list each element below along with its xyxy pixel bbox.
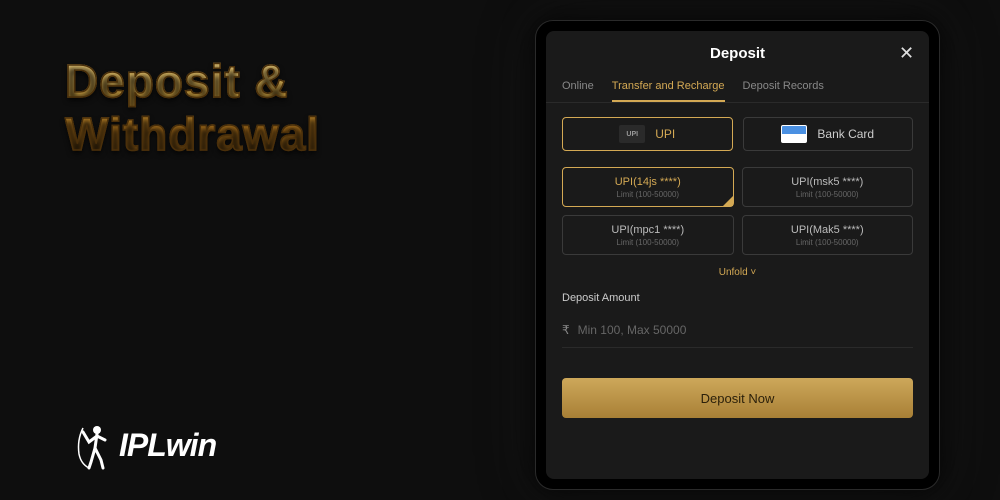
unfold-button[interactable]: Unfold bbox=[546, 255, 929, 292]
account-option[interactable]: UPI(mpc1 ****) Limit (100-50000) bbox=[562, 215, 734, 255]
account-limit: Limit (100-50000) bbox=[616, 238, 679, 247]
amount-section: Deposit Amount ₹ Min 100, Max 50000 bbox=[546, 292, 929, 348]
method-upi[interactable]: UPI UPI bbox=[562, 117, 733, 151]
amount-placeholder: Min 100, Max 50000 bbox=[578, 323, 687, 337]
account-option[interactable]: UPI(Mak5 ****) Limit (100-50000) bbox=[742, 215, 914, 255]
phone-frame: Deposit ✕ Online Transfer and Recharge D… bbox=[535, 20, 940, 490]
screen-title: Deposit bbox=[710, 45, 765, 62]
method-label: Bank Card bbox=[817, 127, 874, 141]
account-option[interactable]: UPI(msk5 ****) Limit (100-50000) bbox=[742, 167, 914, 207]
tab-transfer-recharge[interactable]: Transfer and Recharge bbox=[612, 72, 725, 102]
amount-input[interactable]: ₹ Min 100, Max 50000 bbox=[562, 312, 913, 348]
payment-methods: UPI UPI Bank Card bbox=[546, 103, 929, 161]
close-icon[interactable]: ✕ bbox=[899, 45, 915, 61]
deposit-now-button[interactable]: Deposit Now bbox=[562, 378, 913, 418]
account-name: UPI(14js ****) bbox=[615, 176, 681, 188]
phone-screen: Deposit ✕ Online Transfer and Recharge D… bbox=[546, 31, 929, 479]
brand-logo: IPLwin bbox=[75, 420, 216, 470]
account-option[interactable]: UPI(14js ****) Limit (100-50000) bbox=[562, 167, 734, 207]
method-bank-card[interactable]: Bank Card bbox=[743, 117, 914, 151]
upi-icon: UPI bbox=[619, 125, 645, 143]
brand-name: IPLwin bbox=[119, 427, 216, 464]
account-limit: Limit (100-50000) bbox=[616, 190, 679, 199]
account-name: UPI(Mak5 ****) bbox=[791, 224, 864, 236]
screen-header: Deposit ✕ bbox=[546, 31, 929, 72]
tab-online[interactable]: Online bbox=[562, 72, 594, 102]
account-name: UPI(mpc1 ****) bbox=[611, 224, 684, 236]
account-name: UPI(msk5 ****) bbox=[791, 176, 863, 188]
cricket-player-icon bbox=[75, 420, 115, 470]
account-limit: Limit (100-50000) bbox=[796, 190, 859, 199]
promo-title: Deposit & Withdrawal bbox=[65, 55, 320, 161]
amount-label: Deposit Amount bbox=[562, 292, 913, 304]
account-grid: UPI(14js ****) Limit (100-50000) UPI(msk… bbox=[546, 161, 929, 255]
account-limit: Limit (100-50000) bbox=[796, 238, 859, 247]
tab-bar: Online Transfer and Recharge Deposit Rec… bbox=[546, 72, 929, 103]
method-label: UPI bbox=[655, 127, 675, 141]
rupee-icon: ₹ bbox=[562, 323, 570, 337]
bank-card-icon bbox=[781, 125, 807, 143]
tab-deposit-records[interactable]: Deposit Records bbox=[743, 72, 824, 102]
